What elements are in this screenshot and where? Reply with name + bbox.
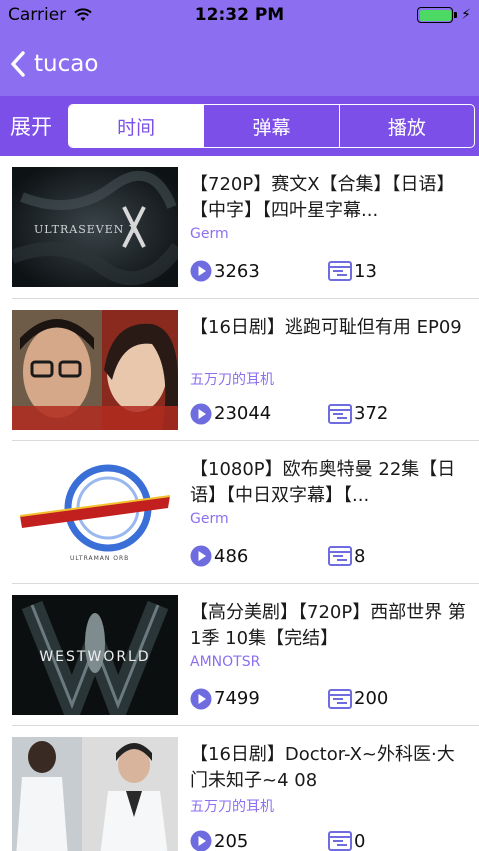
video-uploader: Germ [190,511,229,527]
danmaku-icon [328,261,352,281]
expand-button[interactable]: 展开 [10,111,68,141]
video-thumbnail [12,737,178,851]
danmaku-count: 200 [354,688,389,709]
danmaku-icon [328,403,352,424]
status-bar: Carrier 12:32 PM ⚡ [0,0,479,32]
danmaku-icon [328,688,352,709]
play-icon [190,688,212,709]
thumbnail-title-text: WESTWORLD [39,649,150,665]
danmaku-count: 8 [354,545,366,567]
chevron-left-icon [11,51,25,77]
play-count: 205 [214,830,249,851]
play-icon [190,545,212,567]
play-icon [190,260,212,282]
video-title: 【1080P】欧布奥特曼 22集【日语】【中日双字幕】【... [190,459,456,506]
video-uploader: 五万刀的耳机 [190,371,274,388]
video-list-item[interactable]: ULTRASEVEN X 【720P】赛文X【合集】【日语】【中字】【四叶星字幕… [0,156,479,299]
video-thumbnail: ULTRASEVEN X [12,167,178,287]
video-title: 【16日剧】Doctor-X~外科医·大门未知子~4 08 [190,744,455,791]
sort-segmented-control: 时间 弹幕 播放 [68,104,475,148]
video-uploader: AMNOTSR [190,653,261,670]
segment-time[interactable]: 时间 [69,105,204,147]
video-list-item[interactable]: 【16日剧】逃跑可耻但有用 EP09 五万刀的耳机 23044 372 [0,299,479,441]
play-count: 23044 [214,403,272,424]
video-title: 【高分美剧】【720P】西部世界 第1季 10集【完结】 [190,601,466,649]
video-list: ULTRASEVEN X 【720P】赛文X【合集】【日语】【中字】【四叶星字幕… [0,156,479,851]
status-time: 12:32 PM [194,5,285,25]
navigation-bar: tucao [0,32,479,96]
video-thumbnail: ULTRAMAN ORB [12,452,178,572]
play-count: 3263 [214,260,260,282]
segment-danmaku[interactable]: 弹幕 [203,105,338,147]
danmaku-count: 13 [354,260,377,282]
danmaku-count: 372 [354,403,389,424]
video-title: 【16日剧】逃跑可耻但有用 EP09 [190,316,462,338]
charging-icon: ⚡ [461,7,471,23]
video-thumbnail [12,309,178,430]
play-icon [190,403,212,424]
play-count: 7499 [214,688,260,709]
danmaku-icon [328,831,352,851]
play-icon [190,830,212,851]
video-title: 【720P】赛文X【合集】【日语】【中字】【四叶星字幕... [190,174,455,221]
video-list-item[interactable]: 【16日剧】Doctor-X~外科医·大门未知子~4 08 五万刀的耳机 205… [0,726,479,851]
video-thumbnail: WESTWORLD [12,594,178,715]
battery-icon [417,7,454,23]
video-uploader: Germ [190,226,229,242]
thumbnail-logo-text: ULTRAMAN ORB [70,555,129,562]
video-list-item[interactable]: WESTWORLD 【高分美剧】【720P】西部世界 第1季 10集【完结】 A… [0,584,479,726]
back-button[interactable]: tucao [10,50,98,78]
video-uploader: 五万刀的耳机 [190,799,274,815]
play-count: 486 [214,545,249,567]
nav-title: tucao [34,51,99,77]
sort-filter-bar: 展开 时间 弹幕 播放 [0,96,479,156]
danmaku-count: 0 [354,830,366,851]
video-list-item[interactable]: ULTRAMAN ORB 【1080P】欧布奥特曼 22集【日语】【中日双字幕】… [0,441,479,584]
danmaku-icon [328,546,352,566]
segment-plays[interactable]: 播放 [338,105,474,147]
thumbnail-logo-text: ULTRASEVEN X [34,223,138,236]
